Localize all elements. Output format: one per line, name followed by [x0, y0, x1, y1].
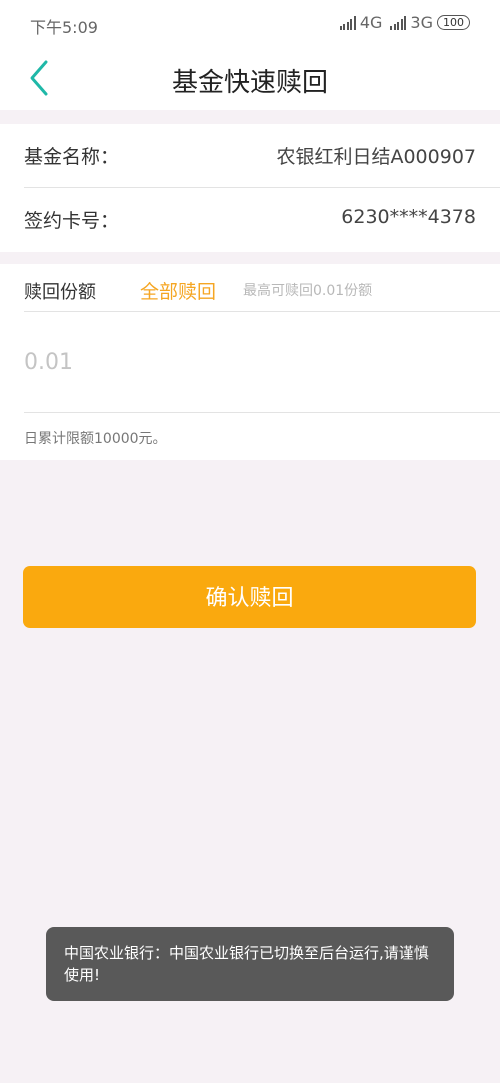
fund-name-label: 基金名称： [24, 146, 120, 168]
card-number-row: 签约卡号： 6230****4378 [24, 188, 500, 250]
page-title: 基金快速赎回 [171, 68, 328, 98]
max-redeem-hint: 最高可赎回0.01份额 [243, 283, 373, 299]
battery-icon: 100 [437, 15, 470, 30]
redeem-amount-input[interactable] [24, 322, 464, 402]
divider [24, 412, 500, 413]
redeem-all-button[interactable]: 全部赎回 [140, 277, 216, 304]
redeem-card: 赎回份额 全部赎回 最高可赎回0.01份额 日累计限额10000元。 [0, 264, 500, 460]
nav-bar: 基金快速赎回 [0, 48, 500, 110]
card-number-value: 6230****4378 [341, 206, 476, 228]
signal-icon [339, 15, 356, 30]
network-type-2: 3G [410, 13, 433, 32]
fund-name-row: 基金名称： 农银红利日结A000907 [24, 124, 500, 186]
network-type-1: 4G [359, 13, 383, 32]
daily-limit-note: 日累计限额10000元。 [24, 431, 167, 447]
confirm-redeem-button[interactable]: 确认赎回 [23, 566, 476, 628]
fund-info-card: 基金名称： 农银红利日结A000907 签约卡号： 6230****4378 [0, 124, 500, 252]
status-time: 下午5:09 [30, 18, 98, 37]
redeem-shares-label: 赎回份额 [24, 282, 96, 303]
divider [24, 311, 500, 312]
card-number-label: 签约卡号： [24, 210, 120, 232]
toast-message: 中国农业银行：中国农业银行已切换至后台运行,请谨慎使用! [46, 927, 454, 1001]
status-icons: 4G 3G 100 [339, 13, 470, 32]
fund-name-value: 农银红利日结A000907 [276, 146, 476, 168]
signal-icon [390, 15, 407, 30]
status-bar: 下午5:09 4G 3G 100 [0, 0, 500, 48]
